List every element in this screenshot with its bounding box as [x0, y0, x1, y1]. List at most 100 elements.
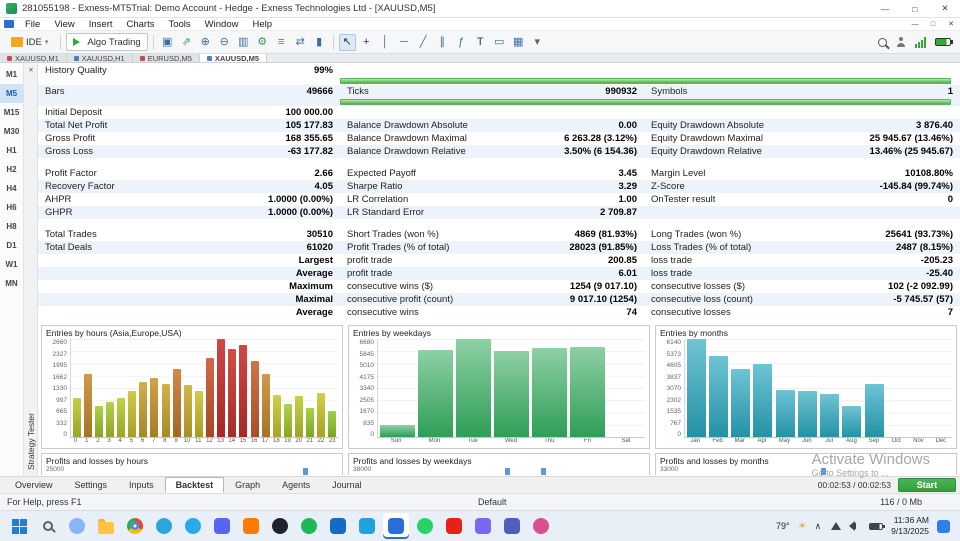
minimize-button[interactable]: — [870, 0, 900, 17]
chart-window-icon[interactable] [4, 20, 14, 28]
timeframe-h1[interactable]: H1 [0, 141, 23, 160]
youtube-icon[interactable] [441, 513, 467, 539]
zoom-in-icon[interactable]: ⊕ [197, 34, 214, 51]
search-icon[interactable] [878, 37, 887, 47]
mt5-icon[interactable] [383, 513, 409, 539]
menu-window[interactable]: Window [198, 19, 246, 30]
channel-icon[interactable]: ∥ [434, 34, 451, 51]
report-label: Balance Drawdown Absolute [347, 120, 468, 131]
chart-tab[interactable]: XAUUSD,M1 [0, 54, 67, 62]
chart-shift-icon[interactable]: ⇄ [292, 34, 309, 51]
text-label-icon[interactable]: T [472, 34, 489, 51]
store-icon[interactable] [354, 513, 380, 539]
fibonacci-icon[interactable]: ƒ [453, 34, 470, 51]
speaker-icon[interactable] [849, 519, 863, 533]
file-explorer-icon[interactable] [93, 513, 119, 539]
weather-temp[interactable]: 79° [776, 521, 790, 531]
timeframe-m30[interactable]: M30 [0, 122, 23, 141]
timeframe-h8[interactable]: H8 [0, 217, 23, 236]
menu-view[interactable]: View [47, 19, 81, 30]
algo-trading-button[interactable]: Algo Trading [66, 33, 148, 51]
search-button[interactable] [35, 513, 61, 539]
tester-tab-journal[interactable]: Journal [321, 477, 373, 493]
mdi-minimize-button[interactable]: — [906, 18, 924, 30]
bar-style-icon[interactable]: ▮ [311, 34, 328, 51]
shapes-icon[interactable]: ▭ [491, 34, 508, 51]
network-icon[interactable] [829, 519, 843, 533]
telegram-icon[interactable] [180, 513, 206, 539]
chart-tab[interactable]: XAUUSD,H1 [66, 54, 133, 62]
connection-status-icon[interactable] [935, 38, 953, 46]
close-button[interactable]: ✕ [930, 0, 960, 17]
connection-bars-icon[interactable] [915, 36, 926, 48]
copilot-icon[interactable] [64, 513, 90, 539]
tester-tab-agents[interactable]: Agents [271, 477, 321, 493]
tick-chart-icon[interactable]: ⇗ [178, 34, 195, 51]
start-button[interactable]: Start [898, 478, 956, 492]
weather-icon[interactable]: ☀ [798, 521, 807, 532]
discord-icon[interactable] [209, 513, 235, 539]
tester-close-icon[interactable]: ✕ [26, 65, 36, 75]
mdi-close-button[interactable]: ✕ [942, 18, 960, 30]
mdi-restore-button[interactable]: □ [924, 18, 942, 30]
maximize-button[interactable]: □ [900, 0, 930, 17]
edge-icon[interactable] [151, 513, 177, 539]
chart-tab[interactable]: EURUSD,M5 [132, 54, 200, 63]
camera-icon[interactable] [470, 513, 496, 539]
vertical-line-icon[interactable]: │ [377, 34, 394, 51]
vlc-icon[interactable] [238, 513, 264, 539]
new-order-icon[interactable]: ▣ [159, 34, 176, 51]
menu-insert[interactable]: Insert [82, 19, 120, 30]
expert-settings-icon[interactable]: ⚙ [254, 34, 271, 51]
timeframe-m1[interactable]: M1 [0, 65, 23, 84]
teams-icon[interactable] [499, 513, 525, 539]
zoom-out-icon[interactable]: ⊖ [216, 34, 233, 51]
horizontal-line-icon[interactable]: ─ [396, 34, 413, 51]
timeframe-m15[interactable]: M15 [0, 103, 23, 122]
report-value: 4869 (81.93%) [574, 229, 637, 240]
menu-tools[interactable]: Tools [161, 19, 197, 30]
timeframe-h4[interactable]: H4 [0, 179, 23, 198]
bar [183, 385, 192, 437]
obs-icon[interactable] [267, 513, 293, 539]
market-watch-icon[interactable]: ≡ [273, 34, 290, 51]
chart-mode-icon[interactable]: ▥ [235, 34, 252, 51]
menu-help[interactable]: Help [245, 19, 279, 30]
spotify-icon[interactable] [296, 513, 322, 539]
tester-tab-graph[interactable]: Graph [224, 477, 271, 493]
trendline-icon[interactable]: ╱ [415, 34, 432, 51]
tray-expand-icon[interactable]: ∧ [815, 521, 822, 532]
chart-tab[interactable]: XAUUSD,M5 [199, 54, 268, 62]
profile-icon[interactable] [896, 37, 906, 47]
timeframe-w1[interactable]: W1 [0, 255, 23, 274]
timeframe-h6[interactable]: H6 [0, 198, 23, 217]
battery-icon[interactable] [869, 519, 886, 533]
start-button[interactable] [6, 513, 32, 539]
tester-tab-settings[interactable]: Settings [64, 477, 119, 493]
tester-tab-overview[interactable]: Overview [4, 477, 64, 493]
photos-icon[interactable] [528, 513, 554, 539]
whatsapp-icon[interactable] [412, 513, 438, 539]
crosshair-icon[interactable]: + [358, 34, 375, 51]
ide-button[interactable]: IDE ▾ [4, 33, 55, 51]
menu-file[interactable]: File [18, 19, 47, 30]
menu-charts[interactable]: Charts [120, 19, 162, 30]
bar [139, 381, 148, 437]
chrome-icon[interactable] [122, 513, 148, 539]
tv-app-icon[interactable] [325, 513, 351, 539]
timeframe-h2[interactable]: H2 [0, 160, 23, 179]
taskbar-clock[interactable]: 11:36 AM 9/13/2025 [891, 515, 929, 536]
report-row: AHPR 1.0000 (0.00%) LR Correlation 1.00 OnTe… [38, 193, 960, 206]
report-label: Sharpe Ratio [347, 181, 403, 192]
tester-tab-backtest[interactable]: Backtest [164, 477, 225, 493]
timeframe-m5[interactable]: M5 [0, 84, 23, 103]
cursor-icon[interactable]: ↖ [338, 33, 356, 51]
timeframe-d1[interactable]: D1 [0, 236, 23, 255]
timeframe-mn[interactable]: MN [0, 274, 23, 293]
notifications-icon[interactable] [937, 519, 950, 533]
chart-tab-label: EURUSD,M5 [147, 54, 192, 63]
objects-dropdown-icon[interactable]: ▾ [529, 34, 546, 51]
y-tick: 2505 [359, 396, 374, 404]
arrange-windows-icon[interactable]: ▦ [510, 34, 527, 51]
tester-tab-inputs[interactable]: Inputs [118, 477, 165, 493]
